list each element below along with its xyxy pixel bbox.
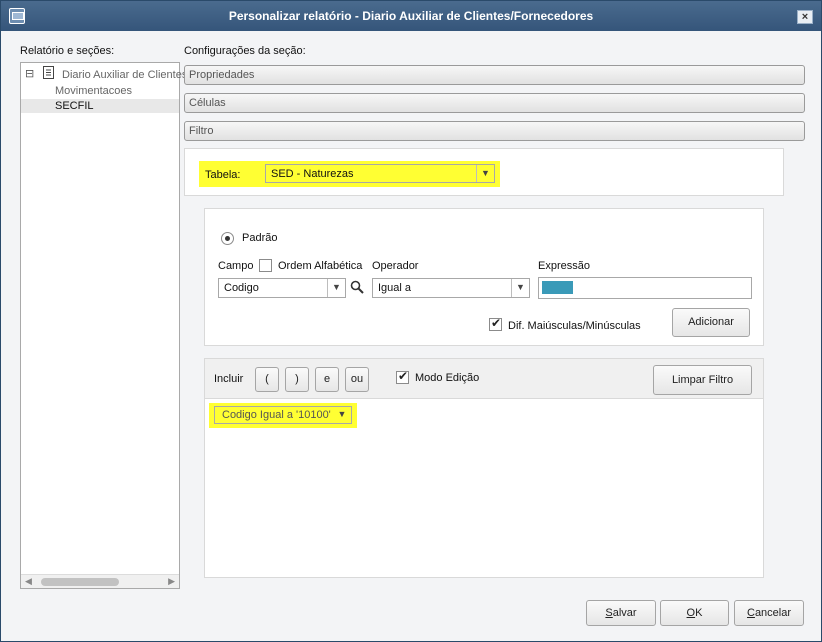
cancelar-label: ancelar bbox=[754, 607, 792, 619]
expressao-color-swatch bbox=[542, 281, 573, 294]
sections-header: Relatório e seções: bbox=[20, 45, 115, 57]
padrao-label: Padrão bbox=[242, 232, 278, 244]
config-header: Configurações da seção: bbox=[184, 45, 306, 57]
tree-expander-icon[interactable]: ⊟ bbox=[25, 67, 34, 80]
check-icon: ✔ bbox=[398, 369, 409, 383]
ok-button[interactable]: OK bbox=[660, 600, 729, 626]
chevron-down-icon: ▼ bbox=[511, 279, 529, 297]
tabela-panel: Tabela: SED - Naturezas ▼ bbox=[184, 148, 784, 196]
operador-select-value: Igual a bbox=[378, 282, 412, 294]
tabela-label: Tabela: bbox=[205, 169, 241, 181]
padrao-radio[interactable] bbox=[221, 232, 234, 245]
filter-definition-panel: Padrão Campo Ordem Alfabética Operador E… bbox=[204, 208, 764, 346]
adicionar-button[interactable]: Adicionar bbox=[672, 308, 750, 337]
or-button[interactable]: ou bbox=[345, 367, 369, 392]
expressao-input[interactable] bbox=[538, 277, 752, 299]
chevron-down-icon: ▼ bbox=[476, 165, 494, 182]
section-celulas[interactable]: Células bbox=[184, 93, 805, 113]
salvar-label: alvar bbox=[612, 607, 637, 619]
operador-label: Operador bbox=[372, 260, 419, 272]
check-icon: ✔ bbox=[491, 316, 502, 330]
document-icon bbox=[43, 66, 54, 79]
tree-item-report[interactable]: Diario Auxiliar de Clientes bbox=[62, 69, 187, 81]
cancelar-mnemonic: C bbox=[746, 607, 755, 619]
modo-edicao-checkbox[interactable]: ✔ bbox=[396, 369, 409, 384]
modo-edicao-label: Modo Edição bbox=[415, 372, 480, 384]
salvar-button[interactable]: Salvar bbox=[586, 600, 656, 626]
campo-select-value: Codigo bbox=[224, 282, 259, 294]
open-paren-button[interactable]: ( bbox=[255, 367, 279, 392]
tabela-select-value: SED - Naturezas bbox=[271, 168, 354, 180]
chevron-down-icon: ▼ bbox=[337, 409, 347, 419]
section-tree[interactable]: ⊟ Diario Auxiliar de Clientes Movimentac… bbox=[20, 62, 187, 589]
chevron-down-icon: ▼ bbox=[327, 279, 345, 297]
ok-mnemonic: O bbox=[686, 607, 696, 619]
campo-select[interactable]: Codigo ▼ bbox=[218, 278, 346, 298]
scroll-left-icon[interactable]: ◀ bbox=[25, 576, 32, 587]
title-bar[interactable]: Personalizar relatório - Diario Auxiliar… bbox=[1, 1, 821, 31]
scroll-right-icon[interactable]: ▶ bbox=[168, 576, 175, 587]
cancelar-button[interactable]: Cancelar bbox=[734, 600, 804, 626]
filter-expression-value: Codigo Igual a '10100' bbox=[222, 409, 331, 421]
salvar-mnemonic: S bbox=[605, 607, 613, 619]
tree-item-secfil[interactable]: SECFIL bbox=[55, 100, 94, 112]
close-button[interactable]: × bbox=[797, 10, 813, 24]
close-paren-button[interactable]: ) bbox=[285, 367, 309, 392]
filter-expression-item[interactable]: Codigo Igual a '10100' ▼ bbox=[214, 406, 352, 424]
dif-maiusculas-label: Dif. Maiúsculas/Minúsculas bbox=[508, 320, 641, 332]
scrollbar-thumb[interactable] bbox=[41, 578, 119, 586]
campo-label: Campo bbox=[218, 260, 254, 272]
tree-selection-highlight bbox=[21, 99, 179, 113]
section-propriedades[interactable]: Propriedades bbox=[184, 65, 805, 85]
section-filtro[interactable]: Filtro bbox=[184, 121, 805, 141]
operador-select[interactable]: Igual a ▼ bbox=[372, 278, 530, 298]
ok-label: K bbox=[695, 607, 703, 619]
ordem-alfabetica-checkbox[interactable] bbox=[259, 259, 272, 272]
expressao-label: Expressão bbox=[538, 260, 590, 272]
dif-maiusculas-checkbox[interactable]: ✔ bbox=[489, 316, 502, 331]
ordem-alfabetica-label: Ordem Alfabética bbox=[278, 260, 363, 272]
and-button[interactable]: e bbox=[315, 367, 339, 392]
search-icon[interactable] bbox=[350, 280, 364, 297]
tree-item-movimentacoes[interactable]: Movimentacoes bbox=[55, 85, 132, 97]
incluir-label: Incluir bbox=[214, 373, 244, 385]
horizontal-scrollbar[interactable]: ◀ ▶ bbox=[21, 574, 179, 588]
tabela-select[interactable]: SED - Naturezas ▼ bbox=[265, 164, 495, 183]
window-title: Personalizar relatório - Diario Auxiliar… bbox=[228, 9, 594, 23]
radio-selected-dot bbox=[225, 236, 230, 241]
dialog-window: Personalizar relatório - Diario Auxiliar… bbox=[0, 0, 822, 642]
expression-builder-panel: Incluir ( ) e ou ✔ Modo Edição Limpar Fi… bbox=[204, 358, 764, 578]
limpar-filtro-button[interactable]: Limpar Filtro bbox=[653, 365, 752, 395]
